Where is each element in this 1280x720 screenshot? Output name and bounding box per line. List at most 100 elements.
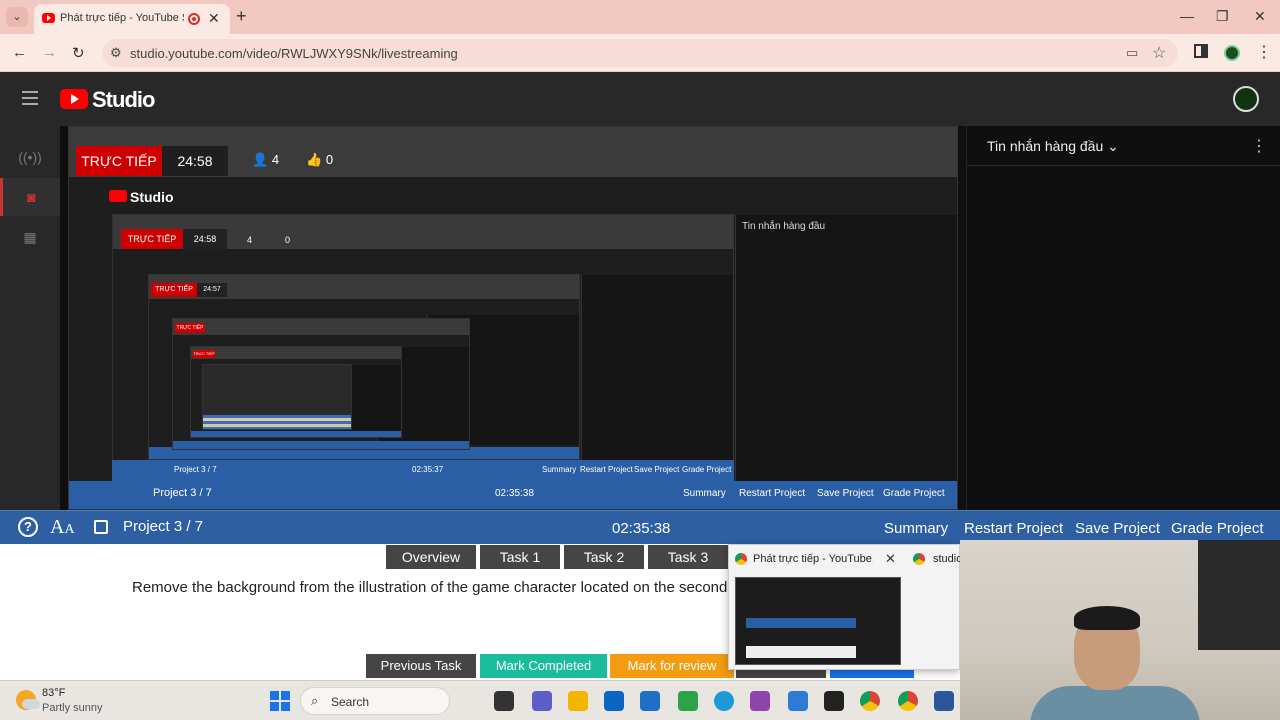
nested-chat-title: Tin nhắn hàng đầu [742,221,826,232]
chrome-icon [735,553,747,565]
exam-timer: 02:35:38 [612,520,671,537]
likes-value: 0 [325,152,334,167]
chat-header: Tin nhắn hàng đầu ⌄ ⋮ [967,126,1280,166]
tab-search-button[interactable]: ⌄ [6,7,28,27]
thumbnail-close-icon[interactable]: ✕ [885,551,896,567]
mark-completed-button[interactable]: Mark Completed [480,654,607,678]
thumbnail-title: Phát trực tiếp - YouTube... [753,553,873,565]
reload-button[interactable]: ↻ [72,44,85,62]
viewers-value: 4 [271,152,280,167]
nested-viewers-2: 4 [247,235,253,245]
person-body [1030,686,1200,720]
save-project-button[interactable]: Save Project [1075,520,1160,537]
url-text[interactable]: studio.youtube.com/video/RWLJWXY9SNk/liv… [130,46,458,61]
tab-task-2[interactable]: Task 2 [564,545,644,569]
nested-live-badge-4: TRỰC TIẾP [175,323,205,333]
summary-button[interactable]: Summary [884,520,948,537]
edge-icon[interactable] [714,691,734,711]
previous-task-button[interactable]: Previous Task [366,654,476,678]
calendar-icon[interactable]: ▦ [0,218,60,256]
chrome-taskbar-icon-2[interactable] [898,691,918,711]
task-description: Remove the background from the illustrat… [132,579,728,596]
live-stream-icon[interactable]: ((•)) [0,138,60,176]
maximize-button[interactable]: ❐ [1216,8,1229,25]
nested-likes-2: 0 [285,235,291,245]
thumbnail-title-2: studio [933,553,963,565]
paint-icon[interactable] [788,691,808,711]
photos-icon[interactable] [678,691,698,711]
account-avatar[interactable] [1233,86,1259,112]
stream-preview: Studio Tin nhắn hàng đầu Project 3 / 7 0… [68,126,958,510]
tab-overview[interactable]: Overview [386,545,476,569]
viewers-count: 👤 4 [252,152,279,168]
taskbar-thumbnail-popup[interactable]: Phát trực tiếp - YouTube... ✕ studio [728,544,963,670]
snipping-tool-icon[interactable] [750,691,770,711]
tab-task-3[interactable]: Task 3 [648,545,728,569]
weather-icon[interactable] [16,690,40,710]
tab-task-1[interactable]: Task 1 [480,545,560,569]
side-panel-icon[interactable] [1194,44,1208,58]
back-button[interactable]: ← [12,44,27,61]
task-view-icon[interactable] [494,691,514,711]
browser-profile-avatar[interactable] [1224,45,1240,61]
person-hair [1074,606,1140,630]
nested-bar-summary: Summary [683,488,726,499]
minimize-button[interactable]: — [1180,8,1194,24]
mail-icon[interactable] [640,691,660,711]
store-icon[interactable] [604,691,624,711]
tab-close-icon[interactable]: ✕ [208,10,220,27]
background-monitor [1198,540,1280,650]
live-chat-panel: Tin nhắn hàng đầu ⌄ ⋮ [966,126,1280,510]
nested-bar-time: 02:35:38 [495,488,534,499]
grade-project-button[interactable]: Grade Project [1171,520,1264,537]
nested-bar2-grade: Grade Project [682,465,732,474]
exam-top-bar: ? AA Project 3 / 7 02:35:38 Summary Rest… [0,510,1280,544]
weather-condition[interactable]: Partly sunny [42,702,103,714]
youtube-logo-icon[interactable] [60,89,88,109]
weather-temperature[interactable]: 83°F [42,687,65,699]
studio-header: Studio [0,72,1280,126]
nested-live-badge-5: TRỰC TIẾP [193,350,215,358]
browser-menu-icon[interactable]: ⋮ [1256,42,1272,62]
forward-button[interactable]: → [42,44,57,61]
camera-icon[interactable]: ◙ [0,178,60,216]
camera-icon[interactable]: ▭ [1126,45,1138,61]
star-icon[interactable]: ☆ [1152,43,1166,63]
word-icon[interactable] [934,691,954,711]
gmx-icon[interactable] [824,691,844,711]
file-explorer-icon[interactable] [568,691,588,711]
nested-timer-3: 24:57 [197,283,227,297]
taskbar-search[interactable]: ⌕ Search [300,687,450,715]
browser-tab-bar: ⌄ Phát trực tiếp - YouTube Studio ✕ + — … [0,0,1280,34]
nested-exam-bar-2: Project 3 / 7 02:35:37 Summary Restart P… [112,460,734,482]
restart-project-button[interactable]: Restart Project [964,520,1063,537]
webcam-overlay [960,540,1280,720]
font-size-icon[interactable]: AA [50,516,75,539]
windows-start-icon[interactable] [270,691,290,711]
studio-logo-text[interactable]: Studio [92,87,155,113]
new-tab-button[interactable]: + [236,6,247,27]
mark-for-review-button[interactable]: Mark for review [610,654,734,678]
browser-tab-active[interactable]: Phát trực tiếp - YouTube Studio ✕ [34,4,230,34]
nested-timer-2: 24:58 [183,229,227,249]
left-nav-rail: ((•)) ◙ ▦ [0,126,60,510]
nested-bar2-summary: Summary [542,465,577,474]
more-options-icon[interactable]: ⋮ [1251,136,1267,156]
help-icon[interactable]: ? [18,517,38,537]
search-label: Search [331,695,370,709]
thumbnail-preview[interactable] [735,577,901,665]
chat-filter-dropdown[interactable]: Tin nhắn hàng đầu ⌄ [987,138,1119,155]
live-badge: TRỰC TIẾP [76,146,162,176]
browser-toolbar: ← → ↻ ⚙ studio.youtube.com/video/RWLJWXY… [0,34,1280,72]
site-info-icon[interactable]: ⚙ [110,45,122,61]
copy-icon[interactable] [94,520,108,534]
live-timer: 24:58 [162,146,228,176]
window-close-button[interactable]: ✕ [1254,8,1266,25]
teams-icon[interactable] [532,691,552,711]
chat-title-label: Tin nhắn hàng đầu [987,138,1104,154]
menu-icon[interactable] [22,91,38,105]
nested-bar-grade: Grade Project [883,488,945,499]
address-bar[interactable]: ⚙ studio.youtube.com/video/RWLJWXY9SNk/l… [102,39,1178,67]
chrome-taskbar-icon[interactable] [860,691,880,711]
viewers-icon: 👤 [252,152,272,167]
